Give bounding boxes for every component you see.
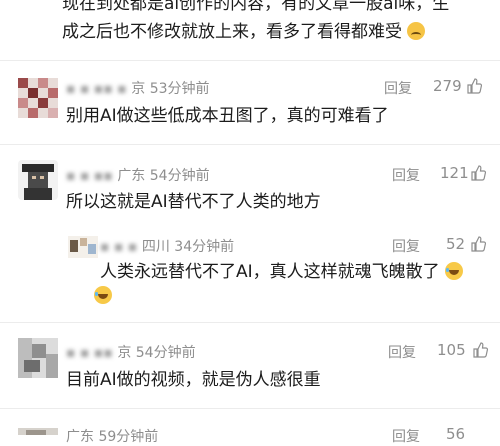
divider — [0, 60, 500, 61]
comment-text-line1: 人类永远替代不了AI，真人这样就魂飞魄散了 — [100, 262, 440, 282]
timestamp: 54分钟前 — [149, 168, 210, 184]
timestamp: 54分钟前 — [135, 345, 196, 361]
comment-meta: ▪ ▪ ▪▪ 广东 54分钟前 — [66, 165, 210, 185]
like-count: 105 — [437, 341, 466, 359]
location: 京 — [131, 81, 146, 97]
timestamp: 53分钟前 — [149, 81, 210, 97]
divider — [0, 408, 500, 409]
thumb-up-icon[interactable] — [470, 165, 487, 185]
avatar-image — [18, 160, 58, 200]
reply-button[interactable]: 回复 — [392, 426, 420, 446]
reply-button[interactable]: 回复 — [392, 165, 420, 185]
rolling-laughing-icon — [94, 286, 112, 305]
top-comment-line2-text: 成之后也不修改就放上来，看多了看得都难受 — [62, 22, 402, 42]
top-comment-line1: 现在到处都是ai创作的内容，有的文章一股ai味，生 — [62, 0, 450, 14]
comment-text: 人类永远替代不了AI，真人这样就魂飞魄散了 — [100, 260, 464, 284]
reply-button[interactable]: 回复 — [384, 78, 412, 98]
like-count: 279 — [433, 77, 462, 95]
comment-text: 目前AI做的视频，就是伪人感很重 — [66, 370, 321, 390]
username[interactable]: ▪ ▪ ▪▪ — [66, 168, 113, 184]
avatar-image — [18, 428, 58, 435]
username[interactable]: ▪ ▪ ▪ — [100, 239, 137, 255]
divider — [0, 144, 500, 145]
location: 四川 — [141, 239, 170, 255]
avatar-image — [18, 338, 58, 378]
divider — [0, 322, 500, 323]
avatar[interactable] — [18, 338, 58, 378]
avatar[interactable] — [18, 424, 58, 435]
location: 京 — [117, 345, 132, 361]
avatar-image — [68, 236, 98, 258]
comment-text: 别用AI做这些低成本丑图了，真的可难看了 — [66, 106, 389, 126]
timestamp: 59分钟前 — [98, 429, 159, 445]
avatar[interactable] — [68, 236, 98, 258]
location: 广东 — [66, 429, 94, 445]
like-count: 56 — [446, 425, 466, 443]
username[interactable]: ▪ ▪ ▪▪ ▪ — [66, 81, 127, 97]
avatar-image — [18, 78, 58, 118]
persevering-face-icon — [407, 22, 426, 40]
reply-button[interactable]: 回复 — [388, 342, 416, 362]
avatar[interactable] — [18, 78, 58, 118]
comment-meta: ▪ ▪ ▪▪ ▪ 京 53分钟前 — [66, 78, 210, 98]
thumb-up-icon[interactable] — [470, 236, 487, 256]
username[interactable]: ▪ ▪ ▪▪ — [66, 345, 113, 361]
like-count: 52 — [446, 235, 466, 253]
top-comment-line2: 成之后也不修改就放上来，看多了看得都难受 — [62, 20, 426, 44]
reply-button[interactable]: 回复 — [392, 236, 420, 256]
comment-meta: 广东 59分钟前 — [66, 426, 158, 446]
comment-text: 所以这就是AI替代不了人类的地方 — [66, 192, 321, 212]
comment-meta: ▪ ▪ ▪▪ 京 54分钟前 — [66, 342, 196, 362]
rolling-laughing-icon — [445, 262, 464, 280]
like-count: 121 — [440, 164, 469, 182]
avatar[interactable] — [18, 160, 58, 200]
location: 广东 — [117, 168, 146, 184]
timestamp: 34分钟前 — [174, 239, 235, 255]
thumb-up-icon[interactable] — [466, 78, 483, 98]
thumb-up-icon[interactable] — [472, 342, 489, 362]
comment-meta: ▪ ▪ ▪ 四川 34分钟前 — [100, 236, 234, 256]
